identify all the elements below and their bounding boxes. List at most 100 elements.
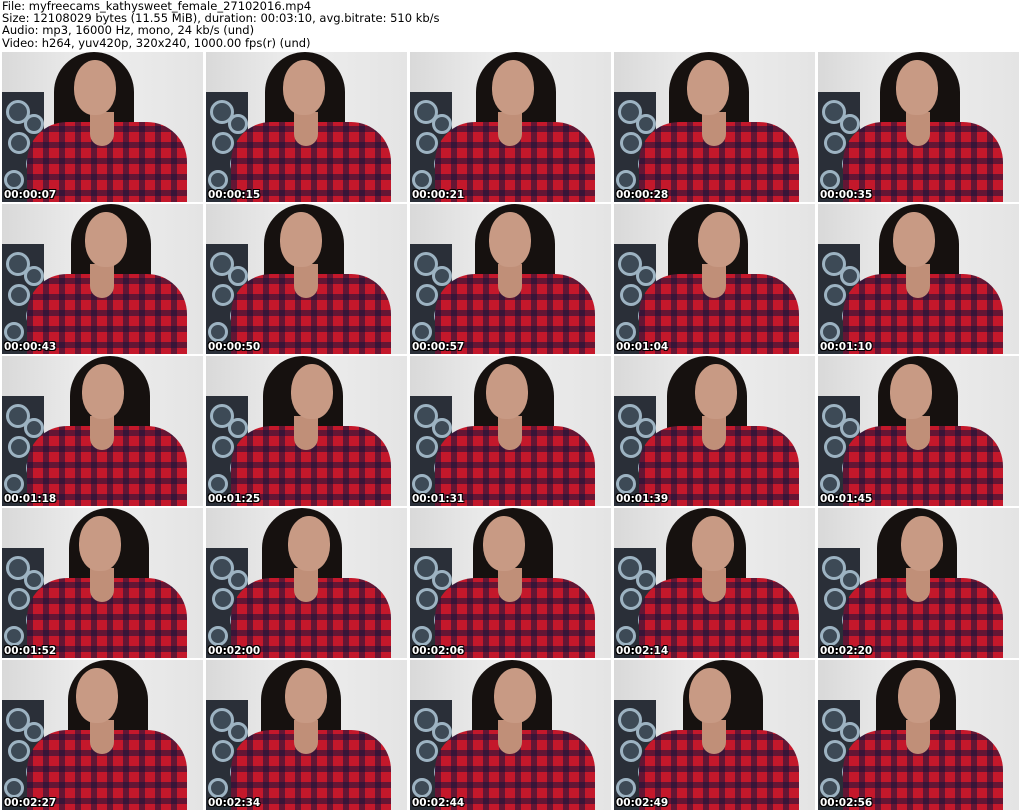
frame-timestamp: 00:01:45 — [820, 493, 873, 505]
curtain-circle-pattern — [4, 474, 24, 494]
video-frame-thumbnail: 00:00:43 — [2, 204, 203, 354]
curtain-circle-pattern — [820, 474, 840, 494]
thumbnail-grid: 00:00:07 00:00:15 00:00:21 00:00:28 00:00:35… — [0, 0, 1024, 811]
person-neck — [906, 416, 930, 450]
curtain-circle-pattern — [416, 588, 438, 610]
curtain-circle-pattern — [824, 436, 846, 458]
person-face — [82, 364, 124, 419]
person-face — [901, 516, 943, 571]
frame-timestamp: 00:01:31 — [412, 493, 465, 505]
frame-timestamp: 00:01:52 — [4, 645, 57, 657]
curtain-circle-pattern — [8, 588, 30, 610]
person-neck — [294, 112, 318, 146]
curtain-circle-pattern — [416, 132, 438, 154]
person-neck — [90, 264, 114, 298]
curtain-circle-pattern — [416, 740, 438, 762]
person-face — [692, 516, 734, 571]
person-neck — [294, 264, 318, 298]
person-face — [695, 364, 737, 419]
frame-timestamp: 00:01:39 — [616, 493, 669, 505]
person-neck — [702, 112, 726, 146]
curtain-circle-pattern — [416, 284, 438, 306]
curtain-circle-pattern — [620, 284, 642, 306]
person-neck — [294, 416, 318, 450]
video-frame-thumbnail: 00:01:52 — [2, 508, 203, 658]
curtain-circle-pattern — [212, 284, 234, 306]
curtain-circle-pattern — [820, 778, 840, 798]
video-frame-thumbnail: 00:00:50 — [206, 204, 407, 354]
video-frame-thumbnail: 00:02:49 — [614, 660, 815, 810]
person-face — [486, 364, 528, 419]
person-neck — [294, 720, 318, 754]
curtain-circle-pattern — [412, 626, 432, 646]
curtain-circle-pattern — [824, 588, 846, 610]
curtain-circle-pattern — [208, 474, 228, 494]
video-frame-thumbnail: 00:02:56 — [818, 660, 1019, 810]
video-frame-thumbnail: 00:00:07 — [2, 52, 203, 202]
person-neck — [90, 720, 114, 754]
curtain-circle-pattern — [212, 132, 234, 154]
person-face — [288, 516, 330, 571]
curtain-circle-pattern — [8, 436, 30, 458]
person-face — [280, 212, 322, 267]
video-frame-thumbnail: 00:00:21 — [410, 52, 611, 202]
video-frame-thumbnail: 00:02:44 — [410, 660, 611, 810]
curtain-circle-pattern — [208, 626, 228, 646]
video-frame-thumbnail: 00:02:27 — [2, 660, 203, 810]
curtain-circle-pattern — [8, 132, 30, 154]
frame-timestamp: 00:02:56 — [820, 797, 873, 809]
video-frame-thumbnail: 00:02:00 — [206, 508, 407, 658]
frame-timestamp: 00:01:25 — [208, 493, 261, 505]
person-face — [283, 60, 325, 115]
curtain-circle-pattern — [208, 170, 228, 190]
curtain-circle-pattern — [620, 740, 642, 762]
video-frame-thumbnail: 00:02:20 — [818, 508, 1019, 658]
person-neck — [498, 416, 522, 450]
person-neck — [906, 568, 930, 602]
person-neck — [294, 568, 318, 602]
video-frame-thumbnail: 00:01:10 — [818, 204, 1019, 354]
frame-timestamp: 00:02:20 — [820, 645, 873, 657]
curtain-circle-pattern — [4, 626, 24, 646]
curtain-circle-pattern — [208, 322, 228, 342]
frame-timestamp: 00:02:49 — [616, 797, 669, 809]
curtain-circle-pattern — [820, 170, 840, 190]
person-face — [689, 668, 731, 723]
video-frame-thumbnail: 00:00:35 — [818, 52, 1019, 202]
person-neck — [90, 112, 114, 146]
frame-timestamp: 00:02:00 — [208, 645, 261, 657]
frame-timestamp: 00:02:44 — [412, 797, 465, 809]
person-face — [896, 60, 938, 115]
person-face — [285, 668, 327, 723]
curtain-circle-pattern — [412, 474, 432, 494]
curtain-circle-pattern — [824, 132, 846, 154]
curtain-circle-pattern — [4, 170, 24, 190]
frame-timestamp: 00:00:35 — [820, 189, 873, 201]
curtain-circle-pattern — [616, 474, 636, 494]
person-face — [291, 364, 333, 419]
person-face — [890, 364, 932, 419]
person-neck — [90, 568, 114, 602]
frame-timestamp: 00:01:10 — [820, 341, 873, 353]
frame-timestamp: 00:00:57 — [412, 341, 465, 353]
curtain-circle-pattern — [616, 170, 636, 190]
video-frame-thumbnail: 00:02:14 — [614, 508, 815, 658]
person-face — [494, 668, 536, 723]
video-frame-thumbnail: 00:01:39 — [614, 356, 815, 506]
curtain-circle-pattern — [208, 778, 228, 798]
frame-timestamp: 00:00:28 — [616, 189, 669, 201]
video-frame-thumbnail: 00:01:45 — [818, 356, 1019, 506]
person-face — [687, 60, 729, 115]
curtain-circle-pattern — [620, 436, 642, 458]
person-face — [76, 668, 118, 723]
person-neck — [498, 720, 522, 754]
person-face — [79, 516, 121, 571]
frame-timestamp: 00:00:07 — [4, 189, 57, 201]
frame-timestamp: 00:01:18 — [4, 493, 57, 505]
person-face — [893, 212, 935, 267]
curtain-circle-pattern — [4, 778, 24, 798]
frame-timestamp: 00:00:15 — [208, 189, 261, 201]
curtain-circle-pattern — [4, 322, 24, 342]
curtain-circle-pattern — [616, 626, 636, 646]
person-neck — [498, 568, 522, 602]
